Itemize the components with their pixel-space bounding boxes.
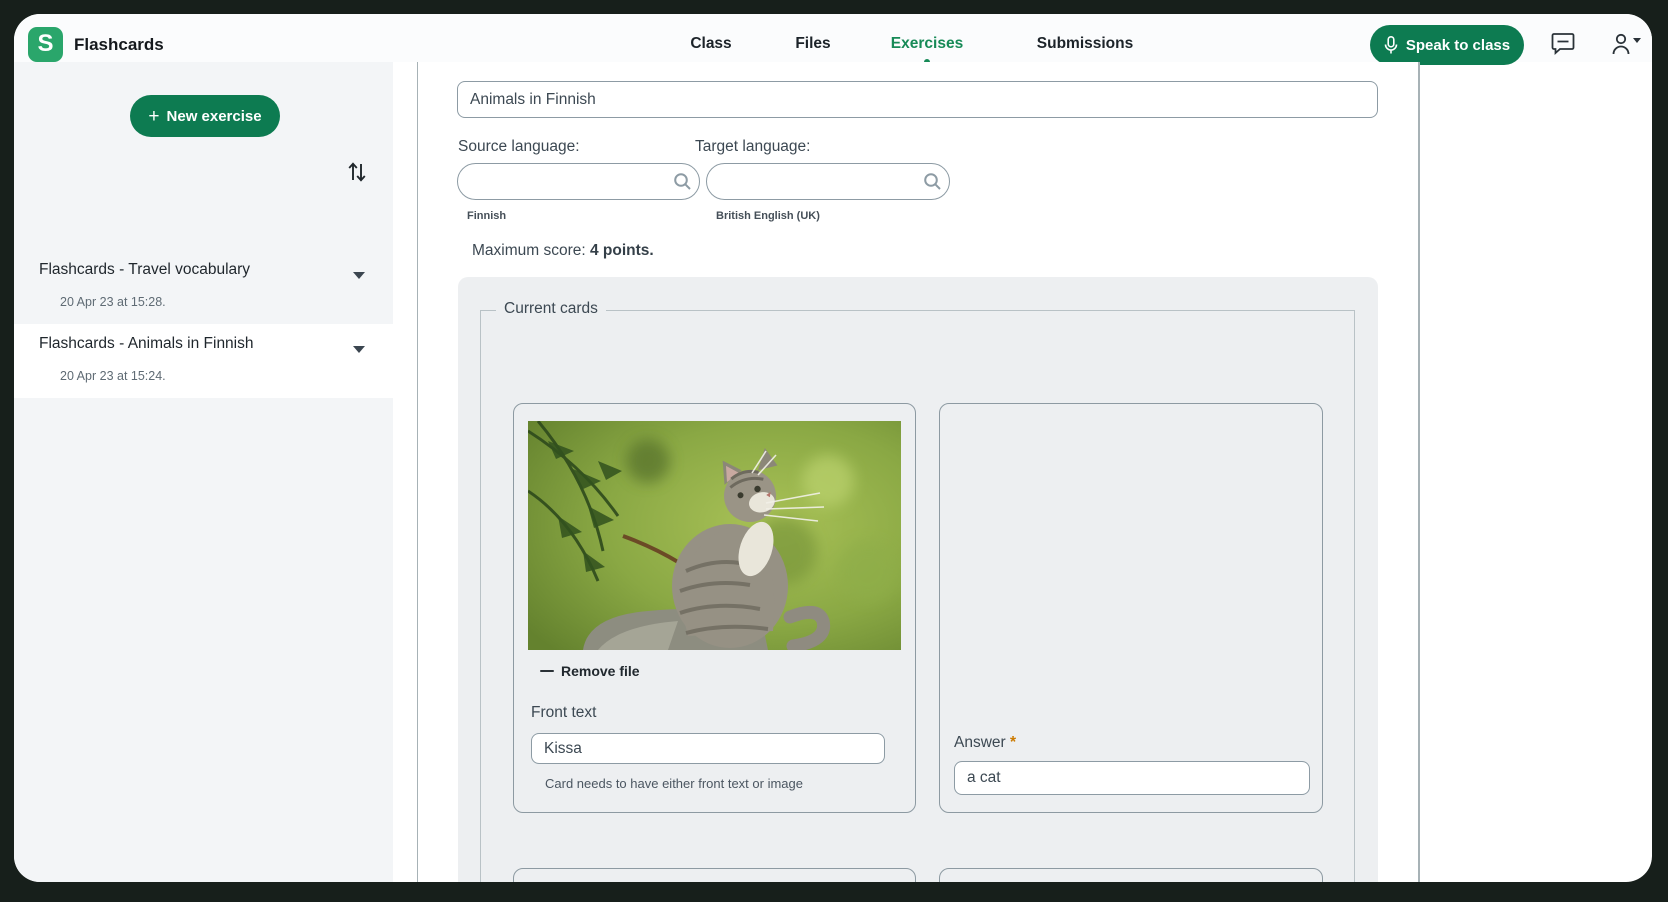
app-window: S Flashcards Class Files Exercises Submi…	[14, 14, 1652, 882]
max-score-prefix: Maximum score:	[472, 242, 590, 259]
nav-item-files[interactable]: Files	[795, 35, 830, 53]
expand-exercise-button[interactable]	[348, 338, 370, 356]
target-language-value: British English (UK)	[716, 210, 820, 222]
nav-item-class[interactable]: Class	[690, 35, 731, 53]
app-logo: S	[28, 27, 63, 62]
front-text-helper: Card needs to have either front text or …	[545, 776, 803, 791]
nav-item-submissions[interactable]: Submissions	[1037, 35, 1133, 53]
account-menu-button[interactable]	[1610, 32, 1644, 58]
top-navbar: S Flashcards Class Files Exercises Submi…	[14, 14, 1652, 62]
plus-icon: +	[148, 107, 159, 126]
chevron-down-icon	[1633, 38, 1641, 43]
remove-file-button[interactable]: Remove file	[540, 662, 640, 680]
remove-file-label: Remove file	[561, 663, 640, 679]
source-language-label: Source language:	[458, 138, 580, 156]
flashcard-answer-1: Answer *	[939, 403, 1323, 813]
minus-icon	[540, 670, 554, 673]
max-score-value: 4 points.	[590, 242, 654, 259]
exercise-title: Flashcards - Travel vocabulary	[39, 261, 250, 279]
chevron-down-icon	[353, 346, 365, 353]
content-right-divider	[1418, 62, 1420, 882]
flashcard-front-2	[513, 868, 916, 882]
front-text-label: Front text	[531, 704, 596, 722]
exercise-editor: Source language: Target language: Finnis…	[418, 62, 1418, 882]
user-icon	[1611, 32, 1643, 56]
target-language-search-input[interactable]	[706, 163, 950, 200]
target-language-label: Target language:	[695, 138, 810, 156]
new-exercise-button[interactable]: + New exercise	[130, 95, 280, 137]
app-title: Flashcards	[74, 35, 164, 55]
speak-to-class-button[interactable]: Speak to class	[1370, 25, 1524, 65]
sidebar: + New exercise Flashcards - Travel vocab…	[14, 62, 393, 882]
sort-arrows-icon	[347, 161, 367, 183]
front-text-input[interactable]	[531, 733, 885, 764]
chevron-down-icon	[353, 272, 365, 279]
source-language-value: Finnish	[467, 210, 506, 222]
expand-exercise-button[interactable]	[348, 264, 370, 282]
answer-label: Answer *	[954, 734, 1016, 752]
microphone-icon	[1384, 36, 1398, 55]
source-language-search-input[interactable]	[457, 163, 700, 200]
flashcard-front-1: Remove file Front text Card needs to hav…	[513, 403, 916, 813]
speak-to-class-label: Speak to class	[1406, 37, 1510, 54]
sidebar-exercise-travel-vocabulary[interactable]: Flashcards - Travel vocabulary 20 Apr 23…	[14, 250, 393, 324]
exercise-title: Flashcards - Animals in Finnish	[39, 335, 254, 353]
maximum-score: Maximum score: 4 points.	[472, 242, 654, 260]
sidebar-exercise-animals-in-finnish[interactable]: Flashcards - Animals in Finnish 20 Apr 2…	[14, 324, 393, 398]
exercise-date: 20 Apr 23 at 15:28.	[60, 295, 166, 309]
chat-bubble-icon	[1551, 32, 1575, 55]
nav-item-exercises[interactable]: Exercises	[891, 35, 963, 53]
answer-input[interactable]	[954, 761, 1310, 795]
required-asterisk: *	[1010, 734, 1016, 751]
exercise-title-input[interactable]	[457, 81, 1378, 118]
new-exercise-label: New exercise	[167, 108, 262, 125]
card-image-kitten	[528, 421, 901, 650]
flashcard-answer-2	[939, 868, 1323, 882]
sort-button[interactable]	[344, 160, 370, 186]
exercise-date: 20 Apr 23 at 15:24.	[60, 369, 166, 383]
current-cards-legend: Current cards	[496, 300, 606, 318]
current-cards-panel: Current cards	[458, 277, 1378, 882]
chat-button[interactable]	[1550, 32, 1576, 58]
